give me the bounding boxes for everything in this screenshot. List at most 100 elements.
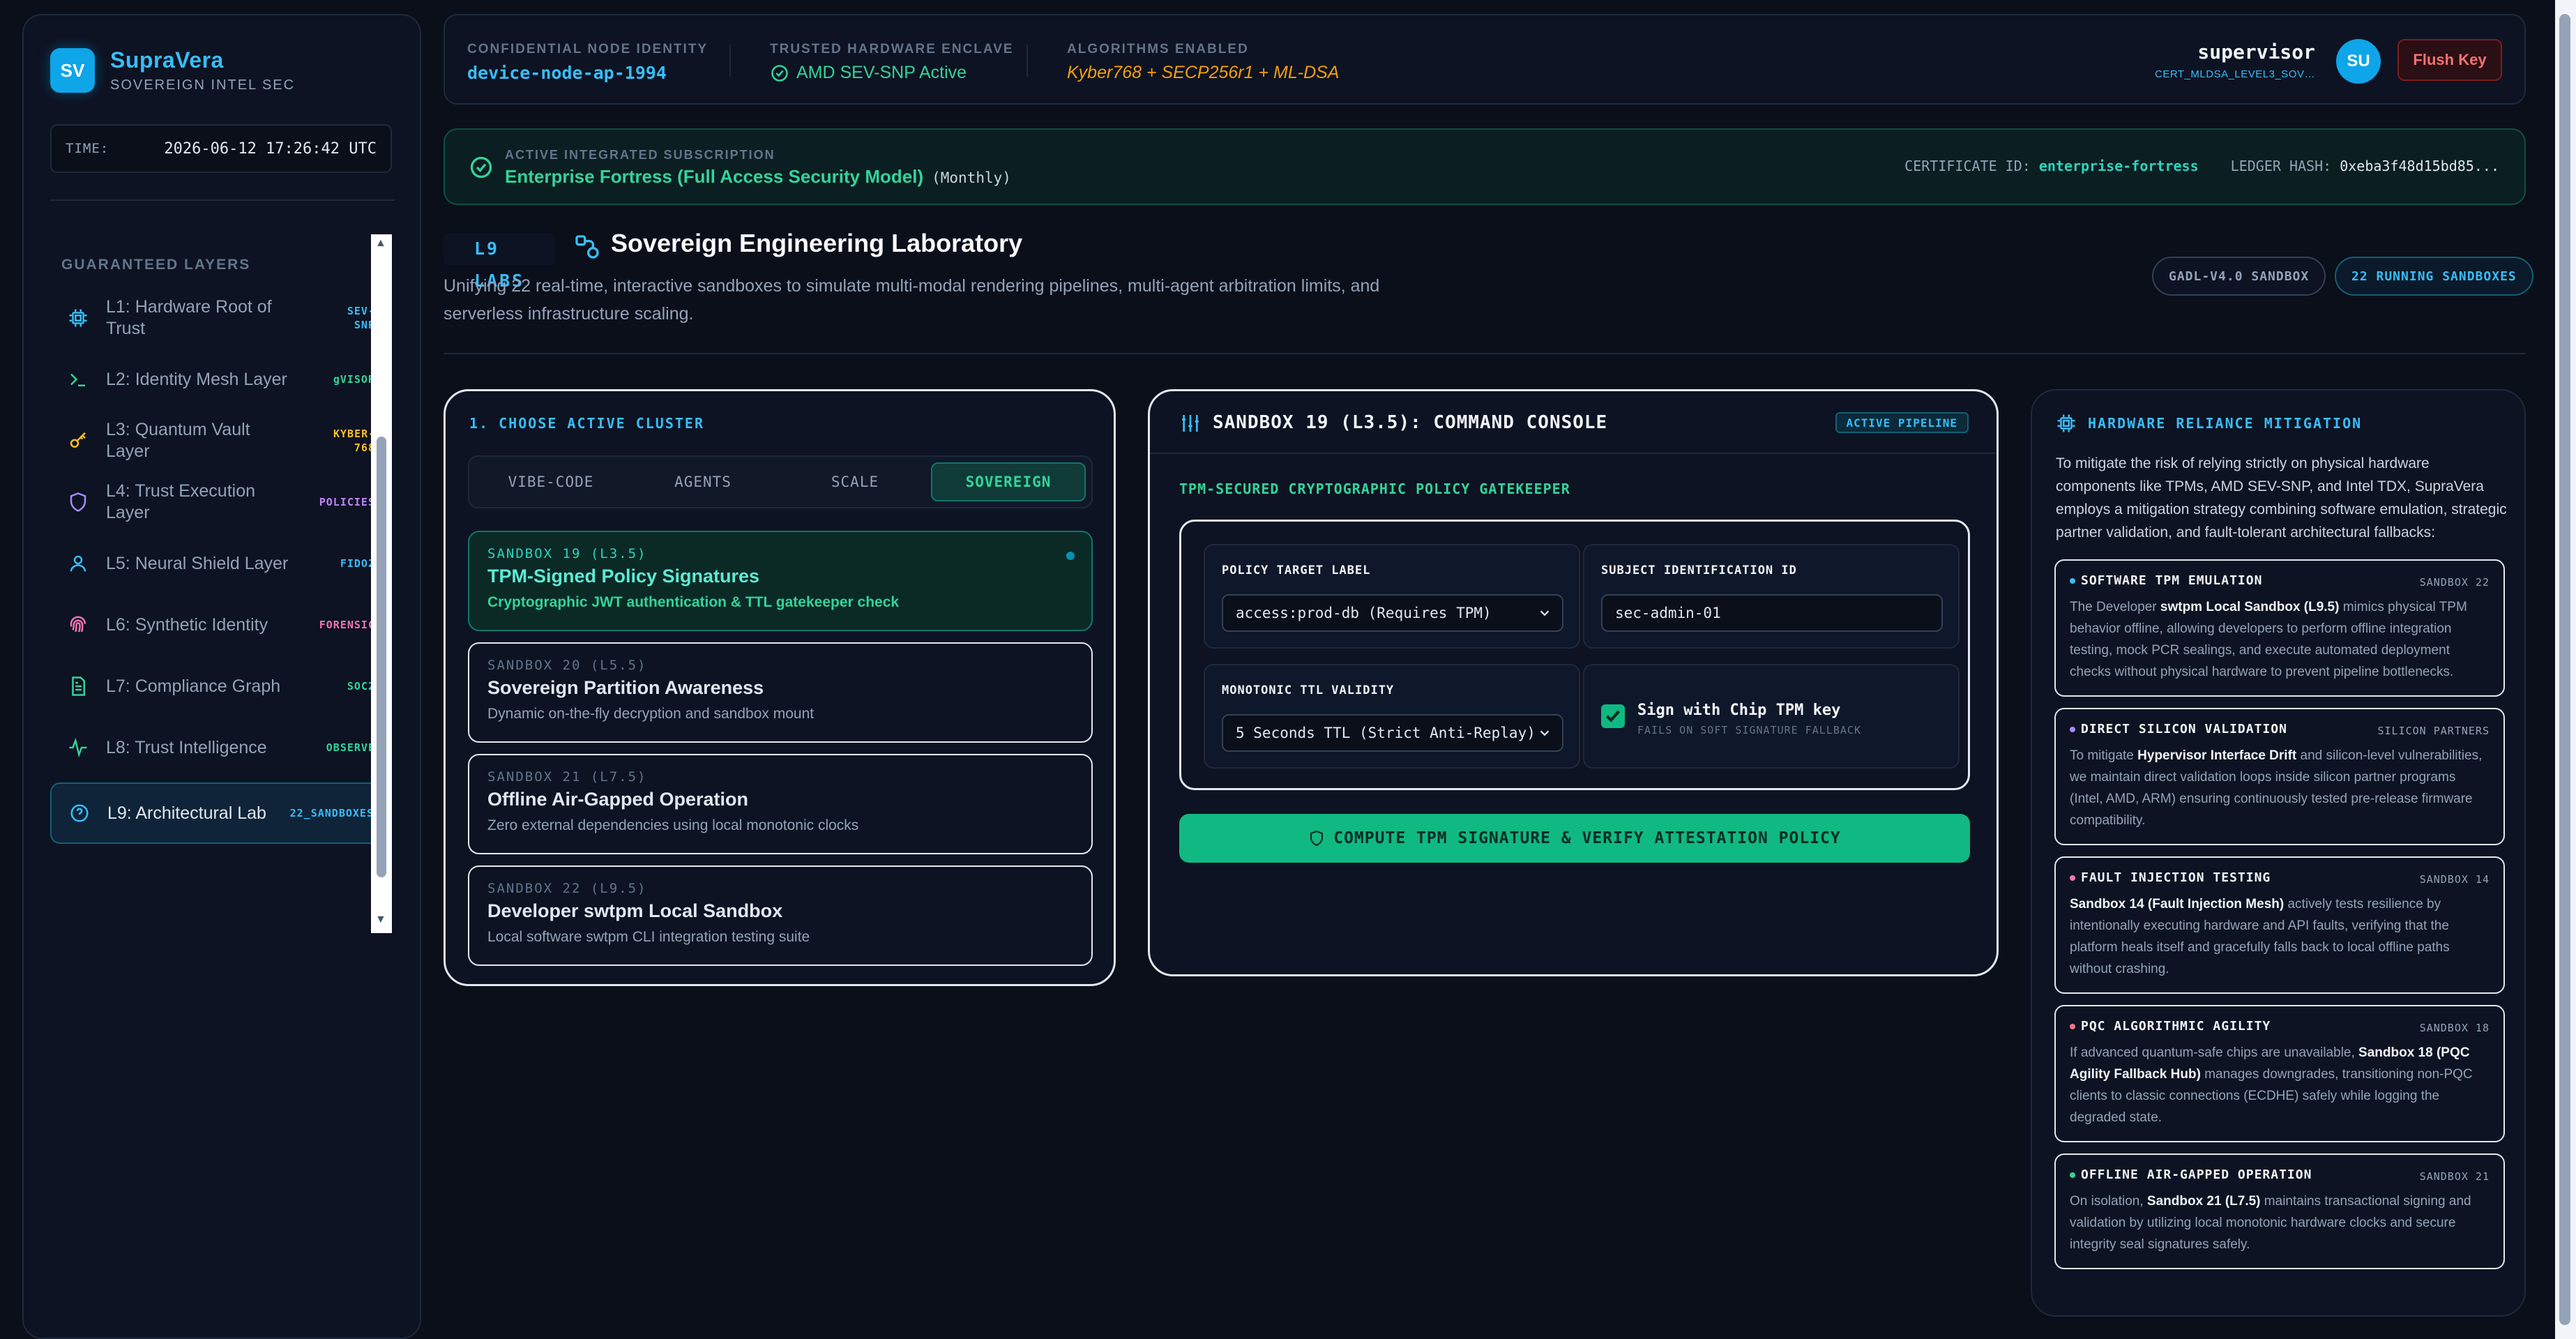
sandbox-description: Dynamic on-the-fly decryption and sandbo… <box>487 706 815 722</box>
node-identity: CONFIDENTIAL NODE IDENTITY device-node-a… <box>467 42 708 83</box>
sandbox-id: SANDBOX 21 (L7.5) <box>487 769 647 785</box>
sandbox-list: SANDBOX 19 (L3.5) TPM-Signed Policy Sign… <box>468 531 1093 977</box>
sidebar-scrollbar-thumb[interactable] <box>377 437 386 877</box>
certificate-value: enterprise-fortress <box>2038 158 2199 174</box>
sandbox-name: Developer swtpm Local Sandbox <box>487 900 783 921</box>
tab-vibe-code[interactable]: VIBE-CODE <box>475 462 627 501</box>
ttl-validity-label: MONOTONIC TTL VALIDITY <box>1222 683 1395 697</box>
mitigation-card-tag: SANDBOX 22 <box>2419 576 2490 589</box>
sidebar-item-l5[interactable]: L5: Neural Shield Layer FIDO2 <box>50 533 389 594</box>
tab-agents[interactable]: AGENTS <box>627 462 779 501</box>
tpm-sign-sub: FAILS ON SOFT SIGNATURE FALLBACK <box>1637 724 1861 736</box>
brand[interactable]: SV SupraVera SOVEREIGN INTEL SEC <box>50 47 295 93</box>
algorithms-label: ALGORITHMS ENABLED <box>1067 42 1249 56</box>
sidebar-item-label: L9: Architectural Lab <box>107 803 266 823</box>
check-circle-icon <box>771 64 788 82</box>
sidebar-item-l9[interactable]: L9: Architectural Lab 22_SANDBOXES <box>50 782 389 844</box>
tab-sovereign[interactable]: SOVEREIGN <box>931 462 1086 501</box>
subject-id-field: SUBJECT IDENTIFICATION ID sec-admin-01 <box>1583 544 1960 649</box>
scroll-up-icon[interactable]: ▲ <box>375 237 386 250</box>
policy-target-select[interactable]: access:prod-db (Requires TPM) <box>1222 594 1563 632</box>
lab-tag: L9 LABS <box>444 233 555 291</box>
mitigation-card-body: If advanced quantum-safe chips are unava… <box>2070 1042 2490 1128</box>
subscription-label: ACTIVE INTEGRATED SUBSCRIPTION <box>505 148 775 162</box>
mitigation-title: HARDWARE RELIANCE MITIGATION <box>2088 415 2363 432</box>
compute-signature-label: COMPUTE TPM SIGNATURE & VERIFY ATTESTATI… <box>1333 829 1841 847</box>
sidebar-item-label: L4: Trust Execution Layer <box>106 481 256 522</box>
sidebar-item-l1[interactable]: L1: Hardware Root of Trust SEV-SNP <box>50 287 389 349</box>
node-identity-value: device-node-ap-1994 <box>467 63 667 83</box>
mitigation-card-tag: SANDBOX 21 <box>2419 1170 2490 1183</box>
activity-icon <box>66 735 91 760</box>
ttl-validity-select[interactable]: 5 Seconds TTL (Strict Anti-Replay) <box>1222 714 1563 752</box>
subject-id-input[interactable]: sec-admin-01 <box>1601 594 1943 632</box>
flush-key-button[interactable]: Flush Key <box>2397 39 2502 81</box>
terminal-icon <box>66 367 91 392</box>
certificate-info: CERTIFICATE ID: enterprise-fortress LEDG… <box>1904 158 2499 174</box>
mitigation-card: PQC ALGORITHMIC AGILITY SANDBOX 18 If ad… <box>2054 1005 2505 1142</box>
compute-signature-button[interactable]: COMPUTE TPM SIGNATURE & VERIFY ATTESTATI… <box>1179 814 1970 863</box>
mitigation-card-tag: SANDBOX 14 <box>2419 873 2490 886</box>
certificate-label: CERTIFICATE ID: <box>1904 158 2031 174</box>
document-icon <box>66 674 91 699</box>
ledger-hash: LEDGER HASH: 0xeba3f48d15bd85... <box>2231 158 2499 174</box>
sidebar-item-l6[interactable]: L6: Synthetic Identity FORENSIC <box>50 594 389 656</box>
mitigation-card: OFFLINE AIR-GAPPED OPERATION SANDBOX 21 … <box>2054 1153 2505 1269</box>
mitigation-card-body: On isolation, Sandbox 21 (L7.5) maintain… <box>2070 1190 2490 1255</box>
tpm-sign-label: Sign with Chip TPM key <box>1637 702 1841 719</box>
sandbox-id: SANDBOX 20 (L5.5) <box>487 658 647 673</box>
status-dot <box>2070 1023 2075 1029</box>
sidebar-item-l4[interactable]: L4: Trust Execution Layer POLICIES <box>50 471 389 533</box>
workflow-icon <box>575 235 599 259</box>
status-dot <box>2070 726 2075 732</box>
mitigation-card-title: OFFLINE AIR-GAPPED OPERATION <box>2081 1167 2312 1182</box>
body-text: If advanced quantum-safe chips are unava… <box>2070 1045 2359 1060</box>
chip-icon <box>2057 414 2075 432</box>
check-icon <box>1605 710 1621 723</box>
tab-scale[interactable]: SCALE <box>779 462 931 501</box>
subscription-plan: Enterprise Fortress (Full Access Securit… <box>505 166 924 187</box>
body-text: On isolation, <box>2070 1194 2147 1209</box>
tpm-sign-checkbox[interactable] <box>1601 704 1625 728</box>
sliders-icon <box>1182 415 1199 432</box>
mitigation-header: HARDWARE RELIANCE MITIGATION <box>2056 413 2362 434</box>
sidebar-item-l7[interactable]: L7: Compliance Graph SOC2 <box>50 656 389 717</box>
sandbox-description: Local software swtpm CLI integration tes… <box>487 929 810 945</box>
user-icon <box>66 551 91 576</box>
sidebar-item-l8[interactable]: L8: Trust Intelligence OBSERVE <box>50 717 389 778</box>
sandbox-card-20[interactable]: SANDBOX 20 (L5.5) Sovereign Partition Aw… <box>468 642 1093 743</box>
scroll-down-icon[interactable]: ▼ <box>375 914 386 926</box>
avatar[interactable]: SU <box>2336 39 2381 84</box>
shield-icon <box>1310 830 1324 847</box>
sandbox-card-21[interactable]: SANDBOX 21 (L7.5) Offline Air-Gapped Ope… <box>468 754 1093 854</box>
body-text: The Developer <box>2070 600 2160 614</box>
ttl-validity-value: 5 Seconds TTL (Strict Anti-Replay) <box>1236 725 1536 741</box>
sandbox-id: SANDBOX 19 (L3.5) <box>487 546 647 561</box>
header-separator <box>1026 45 1028 77</box>
sandbox-name: Offline Air-Gapped Operation <box>487 789 749 810</box>
sidebar-item-label: L8: Trust Intelligence <box>106 737 267 757</box>
body-highlight: Sandbox 14 (Fault Injection Mesh) <box>2070 897 2285 911</box>
sidebar-item-l3[interactable]: L3: Quantum Vault Layer KYBER-768 <box>50 410 389 471</box>
page-description: Unifying 22 real-time, interactive sandb… <box>444 276 1380 324</box>
body-highlight: Sandbox 21 (L7.5) <box>2146 1194 2261 1209</box>
mitigation-card-body: The Developer swtpm Local Sandbox (L9.5)… <box>2070 596 2490 683</box>
sidebar-item-l2[interactable]: L2: Identity Mesh Layer gVISOR <box>50 349 389 410</box>
check-circle-icon <box>470 156 492 179</box>
mitigation-card-title: FAULT INJECTION TESTING <box>2081 870 2271 885</box>
sandbox-description: Cryptographic JWT authentication & TTL g… <box>487 594 900 610</box>
sandbox-card-19[interactable]: SANDBOX 19 (L3.5) TPM-Signed Policy Sign… <box>468 531 1093 631</box>
policy-form: POLICY TARGET LABEL access:prod-db (Requ… <box>1179 520 1970 790</box>
shield-icon <box>66 490 91 515</box>
layers-section-title: GUARANTEED LAYERS <box>61 257 251 273</box>
status-dot <box>2070 1172 2075 1178</box>
clock-display: TIME: 2026-06-12 17:26:42 UTC <box>50 124 392 173</box>
chevron-down-icon <box>1540 730 1550 736</box>
sandbox-card-22[interactable]: SANDBOX 22 (L9.5) Developer swtpm Local … <box>468 865 1093 966</box>
layer-badge: gVISOR <box>333 373 375 386</box>
page-scrollbar-thumb[interactable] <box>2559 14 2570 1325</box>
sidebar-item-label: L3: Quantum Vault Layer <box>106 420 250 461</box>
subscription-name: Enterprise Fortress (Full Access Securit… <box>505 166 1011 188</box>
subject-id-label: SUBJECT IDENTIFICATION ID <box>1601 563 1797 577</box>
ledger-label: LEDGER HASH: <box>2230 158 2332 174</box>
